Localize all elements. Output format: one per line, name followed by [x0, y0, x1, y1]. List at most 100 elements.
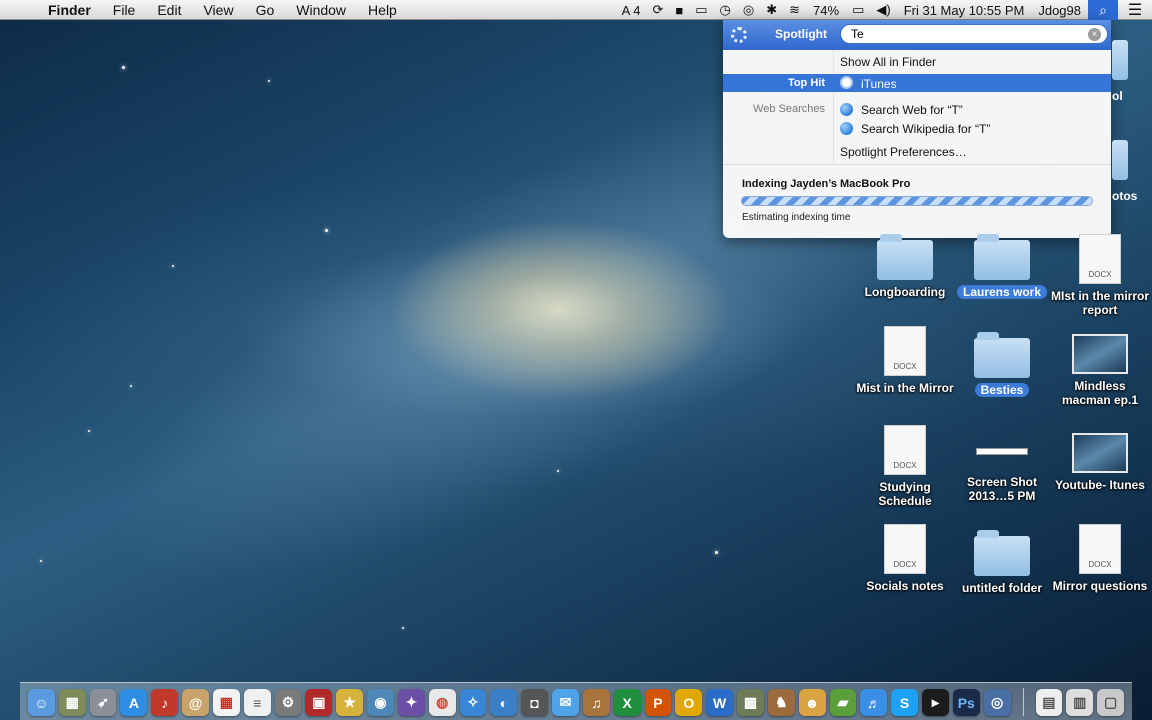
app-store-icon[interactable]: A — [120, 689, 148, 716]
contacts-icon[interactable]: @ — [182, 689, 209, 716]
iphoto-icon[interactable]: ◉ — [367, 689, 394, 716]
wikipedia-search-label: Search Wikipedia for “T” — [861, 122, 991, 136]
time-machine-icon[interactable]: ◷ — [714, 2, 737, 18]
menu-file[interactable]: File — [102, 2, 147, 18]
wifi-icon[interactable]: ≋ — [783, 2, 806, 18]
outlook-icon[interactable]: O — [675, 689, 703, 716]
adobe-status-icon[interactable]: A 4 — [616, 3, 647, 18]
photoshop-icon[interactable]: Ps — [952, 689, 980, 716]
menu-help[interactable]: Help — [357, 2, 408, 18]
games-icon[interactable]: ☻ — [798, 689, 826, 716]
chrome-icon[interactable]: ◍ — [428, 689, 456, 716]
star — [130, 385, 132, 387]
clock-datetime[interactable]: Fri 31 May 10:55 PM — [897, 3, 1032, 18]
garageband-icon[interactable]: ♫ — [582, 689, 610, 716]
trash-icon[interactable]: ▢ — [1097, 689, 1124, 716]
word-icon[interactable]: W — [706, 689, 734, 716]
facetime-icon[interactable]: ◘ — [521, 689, 549, 716]
itunes-icon — [840, 76, 853, 89]
airplay-icon[interactable]: ▭ — [689, 2, 713, 18]
docx-file-icon: DOCX — [884, 425, 926, 475]
spotlight-header: Spotlight Te × — [723, 20, 1111, 50]
launchpad-icon[interactable]: ➶ — [89, 689, 117, 716]
spotlight-separator — [723, 164, 1111, 165]
itunes-icon[interactable]: ♬ — [860, 689, 888, 716]
globe-icon — [840, 122, 853, 135]
partial-folder-icon[interactable] — [1112, 40, 1128, 80]
reminders-icon[interactable]: ≡ — [243, 689, 271, 716]
web-search-label: Search Web for “T” — [861, 103, 963, 117]
desktop-folder-laurens-work[interactable]: Laurens work — [953, 234, 1051, 301]
notification-center-icon[interactable]: ☰ — [1118, 0, 1152, 20]
indexing-title: Indexing Jayden’s MacBook Pro — [742, 178, 911, 190]
music-red-icon[interactable]: ♪ — [151, 689, 179, 716]
battery-icon[interactable]: ▭ — [846, 2, 870, 18]
minecraft-icon[interactable]: ▰ — [829, 689, 857, 716]
partial-label: ol — [1112, 89, 1123, 103]
user-name[interactable]: Jdog98 — [1031, 3, 1088, 18]
menu-app-finder[interactable]: Finder — [40, 2, 102, 18]
deer-icon[interactable]: ♞ — [767, 689, 795, 716]
desktop-icon-label: Mindless macman ep.1 — [1061, 379, 1139, 407]
star — [122, 66, 125, 69]
docx-file-icon: DOCX — [1079, 524, 1121, 574]
web-search-row[interactable]: Web Searches Search Web for “T” — [723, 100, 1111, 118]
desktop-doc-mirror-questions[interactable]: DOCX Mirror questions — [1051, 524, 1149, 595]
desktop-doc-mist-report[interactable]: DOCX MIst in the mirror report — [1051, 234, 1149, 319]
desktop-icon-label: Besties — [974, 383, 1030, 397]
menu-go[interactable]: Go — [245, 2, 286, 18]
desktop-doc-socials-notes[interactable]: DOCX Socials notes — [856, 524, 954, 595]
terminal-icon[interactable]: ▸ — [922, 689, 949, 716]
desktop-doc-mist-in-mirror[interactable]: DOCX Mist in the Mirror — [856, 326, 954, 397]
camera-icon[interactable]: ■ — [669, 3, 689, 18]
clear-icon[interactable]: × — [1088, 28, 1101, 41]
misc-icon[interactable]: ⚙ — [274, 689, 302, 716]
top-hit-name: iTunes — [861, 77, 897, 91]
partial-folder-icon[interactable] — [1112, 140, 1128, 180]
safari-icon[interactable]: ✧ — [459, 689, 487, 716]
docs-icon[interactable]: ▤ — [1035, 689, 1063, 716]
menu-window[interactable]: Window — [285, 2, 357, 18]
downloads-icon[interactable]: ◎ — [983, 689, 1011, 716]
volume-icon[interactable]: ◀) — [870, 2, 896, 18]
dock: ☺ ▦ ➶ A ♪ @ ▦ ≡ ⚙ ▣ ★ ◉ ✦ ◍ ✧ ◐ ◘ ✉ ♫ X … — [20, 682, 1132, 720]
photo-booth-icon[interactable]: ▣ — [305, 689, 333, 716]
menu-view[interactable]: View — [192, 2, 244, 18]
desktop-folder-longboarding[interactable]: Longboarding — [856, 234, 954, 301]
show-all-label: Show All in Finder — [840, 55, 937, 69]
sync-icon[interactable]: ⟳ — [646, 2, 669, 18]
menu-edit[interactable]: Edit — [146, 2, 192, 18]
skype-icon[interactable]: S — [891, 689, 919, 716]
powerpoint-icon[interactable]: P — [644, 689, 672, 716]
menu-bar: Finder File Edit View Go Window Help A 4… — [0, 0, 1152, 20]
battery-percent[interactable]: 74% — [806, 3, 846, 18]
calendar-icon[interactable]: ▦ — [212, 689, 240, 716]
bluetooth-icon[interactable]: ✱ — [760, 2, 783, 18]
wizard-icon[interactable]: ✦ — [397, 689, 425, 716]
wikipedia-search-row[interactable]: Search Wikipedia for “T” — [723, 119, 1111, 137]
spotlight-search-icon[interactable]: ⌕ — [1088, 0, 1118, 20]
spotlight-search-input[interactable]: Te × — [840, 24, 1108, 44]
desktop-movie-mindless-macman[interactable]: Mindless macman ep.1 — [1051, 334, 1149, 409]
excel-icon[interactable]: X — [613, 689, 641, 716]
top-hit-label: Top Hit — [787, 77, 825, 89]
imovie-icon[interactable]: ★ — [336, 689, 364, 716]
desktop-movie-youtube-itunes[interactable]: Youtube- Itunes — [1051, 433, 1149, 494]
game-icon[interactable]: ▩ — [737, 689, 764, 716]
desktop-icon-label: Youtube- Itunes — [1055, 478, 1145, 492]
show-all-in-finder[interactable]: Show All in Finder — [723, 52, 1111, 70]
desktop-folder-besties[interactable]: Besties — [953, 332, 1051, 399]
desktop-folder-untitled[interactable]: untitled folder — [953, 530, 1051, 597]
dashboard-icon[interactable]: ▦ — [58, 689, 86, 716]
star — [325, 229, 328, 232]
ical-icon[interactable]: ◐ — [490, 689, 518, 716]
documents-icon[interactable]: ▥ — [1066, 689, 1094, 716]
desktop-doc-studying-schedule[interactable]: DOCX Studying Schedule — [856, 425, 954, 510]
indexing-progress-bar — [741, 196, 1093, 206]
clock-icon[interactable]: ◎ — [737, 2, 760, 18]
spotlight-preferences[interactable]: Spotlight Preferences… — [723, 142, 1111, 160]
messages-icon[interactable]: ✉ — [552, 689, 579, 716]
finder-icon[interactable]: ☺ — [28, 689, 55, 716]
top-hit-row[interactable]: Top Hit iTunes — [723, 74, 1111, 92]
desktop-screenshot-file[interactable]: Screen Shot 2013…5 PM — [953, 430, 1051, 505]
